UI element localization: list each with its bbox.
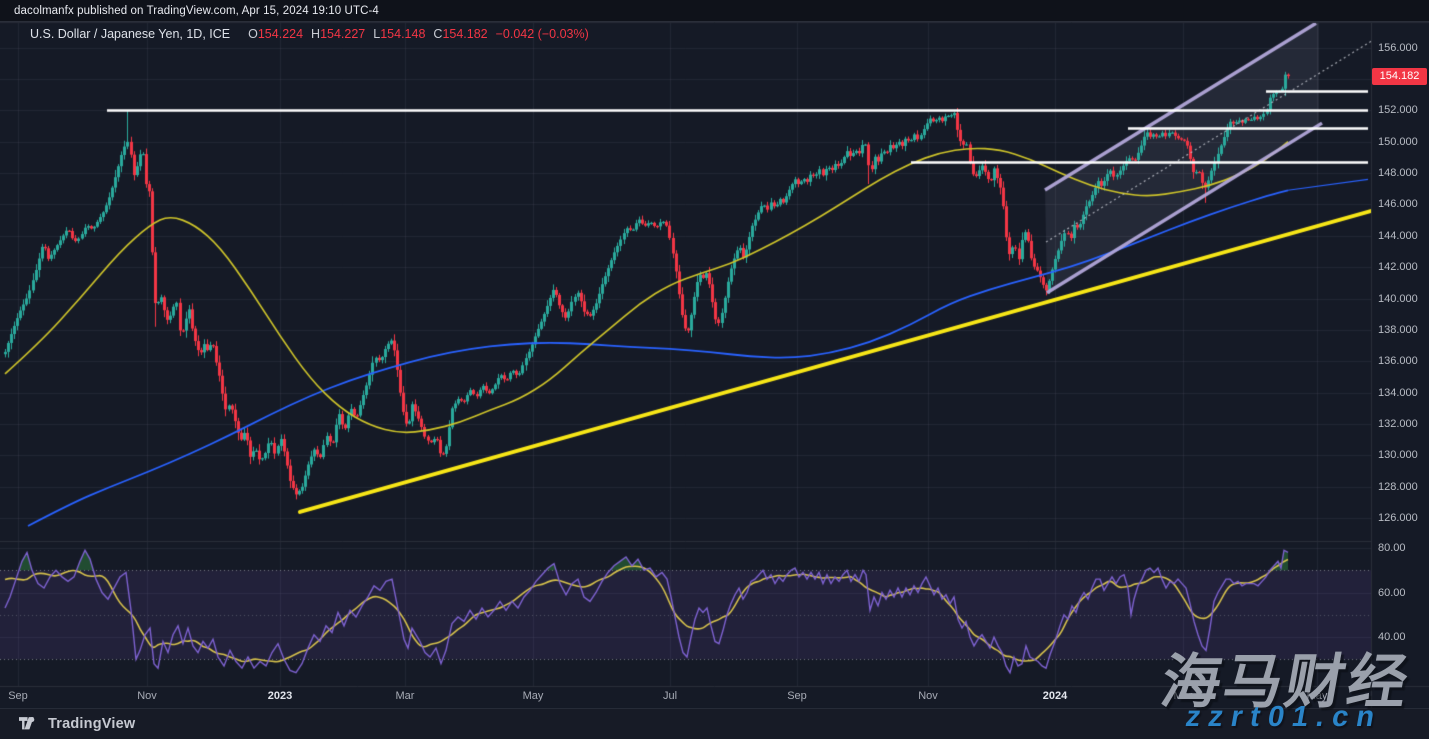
watermark-site-url: zzrt01.cn [1183,701,1385,734]
price-tick-label: 140.000 [1378,293,1418,305]
price-axis[interactable]: 156.000 152.000 150.000 148.000 146.000 144.0… [1371,0,1429,708]
price-tick-label: 150.000 [1378,136,1418,148]
price-tick-label: 134.000 [1378,387,1418,399]
price-tick-label: 148.000 [1378,167,1418,179]
low-label: L [373,27,380,41]
high-value: 154.227 [320,27,365,41]
low-value: 154.148 [380,27,425,41]
close-label: C [433,27,442,41]
publish-info-text: dacolmanfx published on TradingView.com,… [14,5,379,17]
price-tick-label: 152.000 [1378,104,1418,116]
tradingview-published-chart: dacolmanfx published on TradingView.com,… [0,0,1429,739]
publish-bar: dacolmanfx published on TradingView.com,… [0,0,1429,22]
price-tick-label: 132.000 [1378,418,1418,430]
price-tick-label: 138.000 [1378,324,1418,336]
price-tick-label: 146.000 [1378,198,1418,210]
rsi-tick-label: 60.00 [1378,587,1406,599]
time-tick-label: 2023 [268,690,292,702]
open-label: O [248,27,258,41]
time-tick-label: Jul [663,690,677,702]
price-tick-label: 156.000 [1378,42,1418,54]
tradingview-logo-icon [19,717,41,732]
time-tick-label: 2024 [1043,690,1067,702]
symbol-title: U.S. Dollar / Japanese Yen, 1D, ICE [30,27,230,41]
price-tick-label: 136.000 [1378,355,1418,367]
high-label: H [311,27,320,41]
price-tick-label: 128.000 [1378,481,1418,493]
tradingview-logo-text: TradingView [48,716,135,732]
last-price-badge: 154.182 [1372,68,1427,85]
chart-canvas[interactable] [0,0,1429,739]
price-tick-label: 126.000 [1378,512,1418,524]
open-value: 154.224 [258,27,303,41]
symbol-legend[interactable]: U.S. Dollar / Japanese Yen, 1D, ICE O 15… [30,27,589,41]
time-tick-label: Nov [918,690,938,702]
time-tick-label: May [523,690,544,702]
price-tick-label: 130.000 [1378,449,1418,461]
time-tick-label: Sep [8,690,28,702]
time-tick-label: Nov [137,690,157,702]
tradingview-logo[interactable]: TradingView [19,716,135,732]
close-value: 154.182 [442,27,487,41]
time-tick-label: Sep [787,690,807,702]
price-tick-label: 142.000 [1378,261,1418,273]
time-tick-label: Mar [396,690,415,702]
rsi-tick-label: 80.00 [1378,542,1406,554]
change-value: −0.042 (−0.03%) [496,27,589,41]
price-tick-label: 144.000 [1378,230,1418,242]
